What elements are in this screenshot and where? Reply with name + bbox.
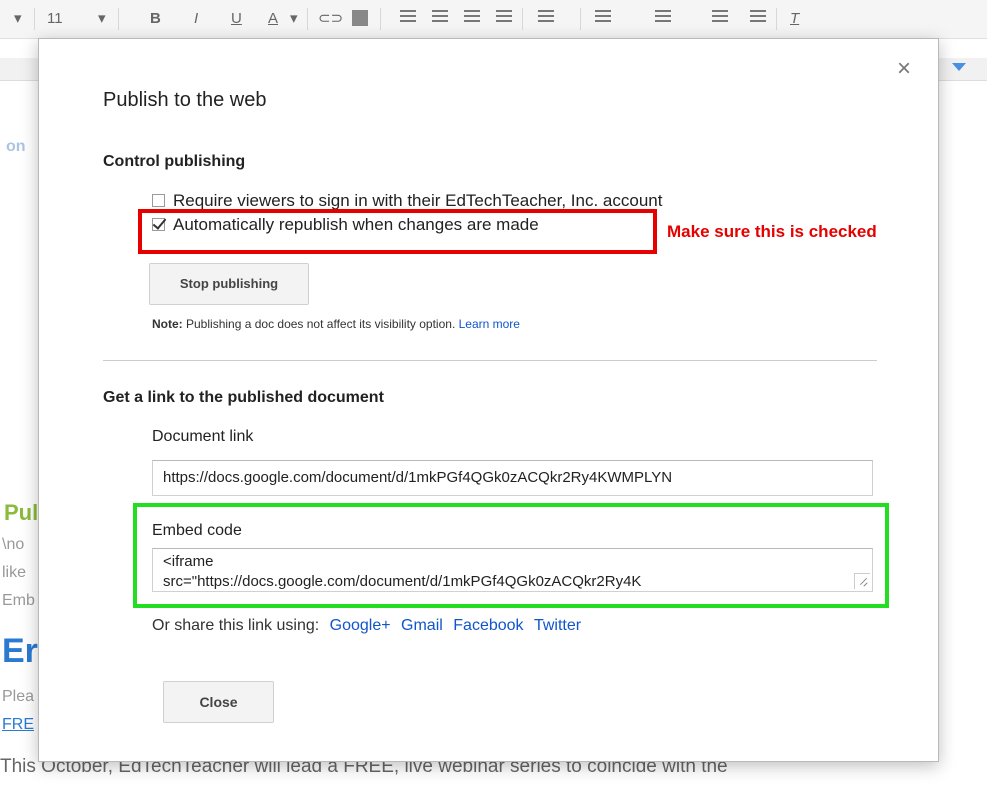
publishing-note: Note: Publishing a doc does not affect i… bbox=[152, 317, 520, 331]
close-button[interactable]: Close bbox=[163, 681, 274, 723]
share-prefix: Or share this link using: bbox=[152, 617, 320, 634]
publish-dialog: × Publish to the web Control publishing … bbox=[38, 38, 939, 762]
control-publishing-heading: Control publishing bbox=[103, 153, 246, 170]
learn-more-link[interactable]: Learn more bbox=[459, 317, 520, 331]
section-divider bbox=[103, 360, 877, 361]
highlight-green-box bbox=[133, 503, 889, 608]
bg-fragment: like bbox=[2, 564, 27, 581]
share-row: Or share this link using: Google+ Gmail … bbox=[152, 617, 581, 635]
get-link-heading: Get a link to the published document bbox=[103, 389, 384, 406]
stop-publishing-button[interactable]: Stop publishing bbox=[149, 263, 309, 305]
clear-formatting-icon[interactable]: T bbox=[790, 9, 799, 29]
text-color-chevron-icon[interactable]: ▾ bbox=[290, 9, 298, 29]
decrease-indent-icon[interactable] bbox=[712, 10, 728, 26]
line-spacing-icon[interactable] bbox=[538, 10, 554, 26]
bg-fragment: \no bbox=[2, 536, 25, 553]
align-left-icon[interactable] bbox=[400, 10, 416, 26]
bg-fragment: Emb bbox=[2, 592, 35, 609]
bold-button[interactable]: B bbox=[150, 9, 161, 29]
note-text: Publishing a doc does not affect its vis… bbox=[182, 317, 459, 331]
editor-toolbar: ▾ 11 ▾ B I U A ▾ ⊂⊃ T bbox=[0, 0, 987, 39]
share-gmail-link[interactable]: Gmail bbox=[401, 617, 443, 634]
bulleted-list-icon[interactable] bbox=[655, 10, 671, 26]
dialog-title: Publish to the web bbox=[103, 89, 267, 111]
bg-fragment: Er bbox=[2, 632, 38, 670]
align-center-icon[interactable] bbox=[432, 10, 448, 26]
bg-fragment: FRE bbox=[2, 716, 34, 733]
close-icon[interactable]: × bbox=[897, 57, 911, 81]
bg-fragment: on bbox=[6, 138, 26, 155]
bg-fragment: Plea bbox=[2, 688, 35, 705]
numbered-list-icon[interactable] bbox=[595, 10, 611, 26]
toolbar-dropdown-arrow[interactable]: ▾ bbox=[14, 9, 22, 29]
bg-fragment: Pul bbox=[4, 500, 39, 525]
font-size-select[interactable]: 11 bbox=[47, 9, 63, 29]
underline-button[interactable]: U bbox=[231, 9, 242, 29]
increase-indent-icon[interactable] bbox=[750, 10, 766, 26]
ruler-indent-marker[interactable] bbox=[952, 63, 966, 71]
share-googleplus-link[interactable]: Google+ bbox=[330, 617, 391, 634]
link-icon[interactable]: ⊂⊃ bbox=[318, 9, 343, 29]
document-link-label: Document link bbox=[152, 428, 254, 445]
document-link-field[interactable]: https://docs.google.com/document/d/1mkPG… bbox=[152, 460, 873, 496]
font-size-chevron-icon[interactable]: ▾ bbox=[98, 9, 106, 29]
highlight-red-box bbox=[138, 209, 657, 254]
note-label: Note: bbox=[152, 317, 183, 331]
text-color-button[interactable]: A bbox=[268, 9, 278, 29]
align-right-icon[interactable] bbox=[464, 10, 480, 26]
share-twitter-link[interactable]: Twitter bbox=[534, 617, 581, 634]
require-sign-in-label: Require viewers to sign in with their Ed… bbox=[173, 191, 663, 210]
require-sign-in-row[interactable]: Require viewers to sign in with their Ed… bbox=[152, 191, 662, 211]
annotation-note: Make sure this is checked bbox=[667, 222, 877, 241]
require-sign-in-checkbox[interactable] bbox=[152, 194, 165, 208]
share-facebook-link[interactable]: Facebook bbox=[453, 617, 523, 634]
italic-button[interactable]: I bbox=[194, 9, 198, 29]
comment-icon[interactable] bbox=[352, 10, 368, 26]
justify-icon[interactable] bbox=[496, 10, 512, 26]
